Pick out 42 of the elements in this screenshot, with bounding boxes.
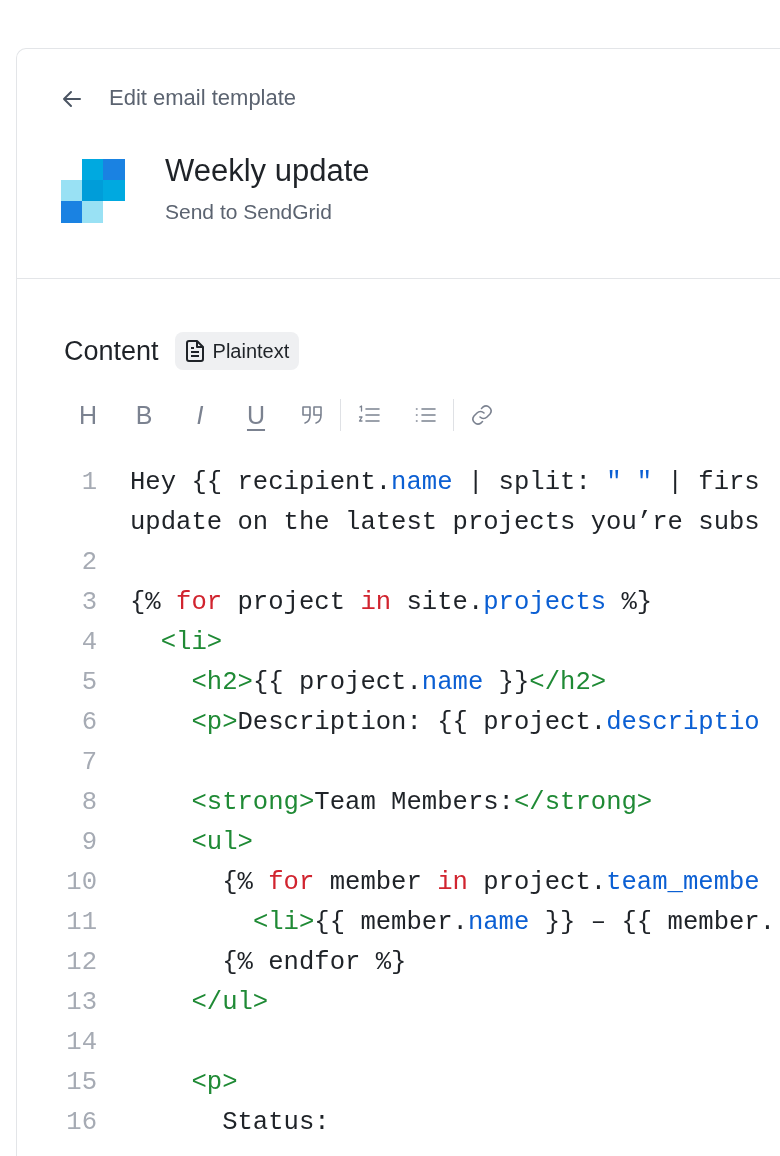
line-number: 5 (81, 668, 97, 698)
code-line: Status: (221, 1108, 330, 1138)
code-line: <ul> (190, 828, 253, 858)
document-icon (184, 339, 205, 362)
underline-button[interactable]: U (228, 395, 284, 436)
code-line: <li>{{ member.name }} – {{ member. (251, 908, 776, 938)
line-number: 11 (66, 908, 97, 938)
bold-button[interactable]: B (116, 395, 172, 436)
code-line: {% for member in project.team_membe (221, 868, 760, 898)
page-title: Edit email template (109, 84, 297, 112)
line-number: 13 (66, 988, 97, 1018)
code-line: update on the latest projects you’re subs (130, 508, 760, 538)
line-number: 2 (81, 548, 97, 578)
line-number: 7 (81, 748, 97, 778)
line-number: 12 (66, 948, 97, 978)
line-number: 14 (66, 1028, 97, 1058)
line-number: 16 (66, 1108, 97, 1138)
line-number: 8 (81, 788, 97, 818)
line-number: 1 (81, 468, 97, 498)
line-number: 9 (81, 828, 97, 858)
code-line: <p>Description: {{ project.descriptio (190, 708, 760, 738)
logo-icon (61, 158, 125, 223)
line-number: 10 (66, 868, 97, 898)
code-line: <h2>{{ project.name }}</h2> (190, 668, 607, 698)
code-line: <strong>Team Members:</strong> (190, 788, 653, 818)
format-badge: Plaintext (174, 331, 300, 370)
code-line: <li> (159, 628, 223, 658)
line-number: 15 (66, 1068, 97, 1098)
code-line: <p> (190, 1068, 238, 1098)
link-icon (470, 403, 494, 428)
code-line: </ul> (190, 988, 269, 1018)
section-heading: Content (64, 334, 159, 368)
template-subtitle: Send to SendGrid (165, 199, 333, 226)
line-number: 3 (81, 588, 97, 618)
line-number: 6 (81, 708, 97, 738)
italic-button[interactable]: I (172, 395, 228, 436)
line-number: 4 (81, 628, 97, 658)
code-line: {% endfor %} (221, 948, 407, 978)
template-title: Weekly update (165, 154, 370, 189)
code-line: {% for project in site.projects %} (130, 588, 653, 618)
heading-button[interactable]: H (60, 395, 116, 436)
code-line: Hey {{ recipient.name | split: " " | firs (130, 468, 760, 498)
